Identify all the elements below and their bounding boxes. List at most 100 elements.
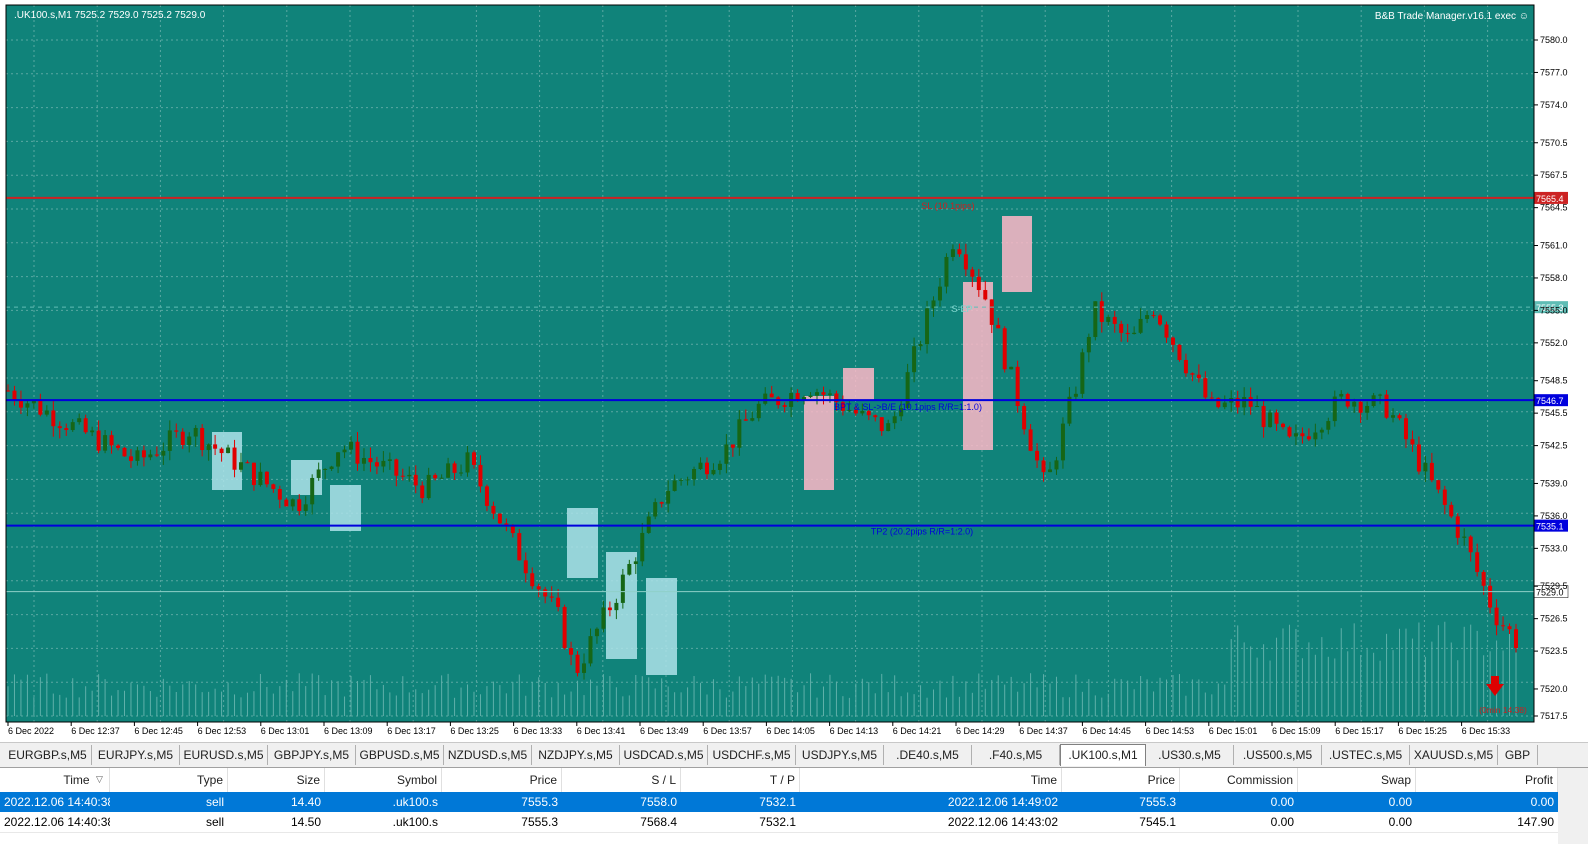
time-label: 6 Dec 12:45 [134, 726, 183, 736]
volume-bar [874, 693, 876, 716]
candle-body [1514, 629, 1518, 649]
candle-body [1507, 626, 1512, 630]
volume-bar [98, 674, 100, 716]
column-header[interactable]: Swap [1298, 768, 1416, 792]
volume-bar [331, 680, 333, 716]
tab-eurjpy-s-m5[interactable]: EURJPY.s,M5 [92, 745, 180, 765]
volume-bar [945, 697, 947, 716]
price-label: 7555.0 [1540, 305, 1568, 315]
volume-bar [868, 682, 870, 716]
tab-eurgbp-s-m5[interactable]: EURGBP.s,M5 [4, 745, 92, 765]
volume-bar [344, 696, 346, 716]
tab-us30-s-m5[interactable]: .US30.s,M5 [1146, 745, 1234, 765]
candle-body [148, 454, 153, 458]
volume-bar [356, 681, 358, 716]
candle-body [1391, 415, 1396, 418]
tab-gbp[interactable]: GBP [1498, 745, 1538, 765]
column-header[interactable]: Profit [1416, 768, 1558, 792]
tab-us500-s-m5[interactable]: .US500.s,M5 [1234, 745, 1322, 765]
volume-bar [292, 691, 294, 716]
candle-body [271, 484, 276, 489]
column-header[interactable]: Time [800, 768, 1062, 792]
tab-nzdusd-s-m5[interactable]: NZDUSD.s,M5 [444, 745, 532, 765]
price-chart[interactable]: 7565.4SL (10.1pips)7546.7BPT & SL->B/E (… [0, 0, 1588, 742]
column-header[interactable]: T / P [681, 768, 800, 792]
column-header[interactable]: S / L [562, 768, 681, 792]
candle-body [232, 447, 237, 470]
volume-bar [454, 697, 456, 716]
candle-body [497, 513, 502, 524]
candle-body [1449, 504, 1454, 517]
volume-bar [1030, 673, 1032, 716]
volume-bar [551, 697, 553, 716]
volume-bar [1081, 691, 1083, 716]
candle-body [1112, 316, 1117, 324]
volume-bar [991, 679, 993, 716]
price-label: 7542.5 [1540, 441, 1568, 451]
table-cell: .uk100.s [392, 795, 438, 809]
candle-body [730, 444, 735, 448]
volume-bar [188, 681, 190, 716]
volume-bar [641, 676, 643, 716]
tab-gbpusd-s-m5[interactable]: GBPUSD.s,M5 [356, 745, 444, 765]
volume-bar [78, 697, 80, 716]
candle-body [446, 463, 451, 478]
volume-bar [1437, 625, 1439, 716]
volume-bar [1295, 628, 1297, 716]
volume-bar [1269, 660, 1271, 716]
volume-bar [913, 694, 915, 716]
time-label: 6 Dec 12:53 [198, 726, 247, 736]
tab-nzdjpy-s-m5[interactable]: NZDJPY.s,M5 [532, 745, 620, 765]
chart-window[interactable]: 7565.4 SL (10.1pips) 7546.7 BPT & SL->B/E (… [0, 0, 1588, 742]
column-header[interactable]: Commission [1180, 768, 1298, 792]
column-header[interactable]: Symbol [325, 768, 442, 792]
volume-bar [771, 676, 773, 716]
tab-xauusd-s-m5[interactable]: XAUUSD.s,M5 [1410, 745, 1498, 765]
volume-bar [1411, 638, 1413, 716]
tab-usdcad-s-m5[interactable]: USDCAD.s,M5 [620, 745, 708, 765]
column-header[interactable]: Type [110, 768, 228, 792]
volume-bar [797, 692, 799, 716]
candle-body [1119, 323, 1124, 333]
volume-bar [803, 685, 805, 716]
table-scrollbar[interactable] [1558, 768, 1588, 844]
tab-ustec-s-m5[interactable]: .USTEC.s,M5 [1322, 745, 1410, 765]
tab-de40-s-m5[interactable]: .DE40.s,M5 [884, 745, 972, 765]
candle-body [1300, 433, 1305, 437]
price-label: 7567.5 [1540, 170, 1568, 180]
volume-bar [583, 695, 585, 716]
volume-bar [997, 675, 999, 716]
table-cell: sell [205, 795, 224, 809]
candle-body [776, 397, 781, 406]
column-header[interactable]: Size [228, 768, 325, 792]
volume-bar [162, 678, 164, 716]
candle-body [1009, 366, 1014, 370]
tab-f40-s-m5[interactable]: .F40.s,M5 [972, 745, 1060, 765]
candle-body [420, 485, 425, 499]
volume-bar [117, 690, 119, 716]
candle-body [1209, 397, 1214, 399]
tab-gbpjpy-s-m5[interactable]: GBPJPY.s,M5 [268, 745, 356, 765]
column-header[interactable]: Price [442, 768, 562, 792]
tab-usdchf-s-m5[interactable]: USDCHF.s,M5 [708, 745, 796, 765]
volume-bar [1276, 637, 1278, 716]
price-label: 7564.5 [1540, 203, 1568, 213]
candle-body [128, 456, 133, 461]
tab-uk100-s-m1[interactable]: .UK100.s,M1 [1060, 744, 1146, 766]
volume-bar [1166, 679, 1168, 716]
tab-eurusd-s-m5[interactable]: EURUSD.s,M5 [180, 745, 268, 765]
candle-body [918, 344, 923, 347]
table-row[interactable]: 2022.12.06 14:40:38 sell 14.50 .uk100.s 7555… [0, 812, 1558, 833]
column-header[interactable]: Time [0, 768, 110, 792]
candle-body [141, 450, 146, 458]
tab-usdjpy-s-m5[interactable]: USDJPY.s,M5 [796, 745, 884, 765]
candle-body [1358, 401, 1363, 413]
table-cell: 7555.3 [521, 815, 558, 829]
candle-body [821, 392, 826, 395]
table-row[interactable]: 2022.12.06 14:40:38 sell 14.40 .uk100.s 7555… [0, 792, 1558, 812]
pattern-zone [567, 508, 598, 578]
column-header[interactable]: Price [1062, 768, 1180, 792]
volume-bar [298, 673, 300, 716]
table-cell: 2022.12.06 14:49:02 [947, 795, 1058, 809]
volume-bar [208, 691, 210, 716]
